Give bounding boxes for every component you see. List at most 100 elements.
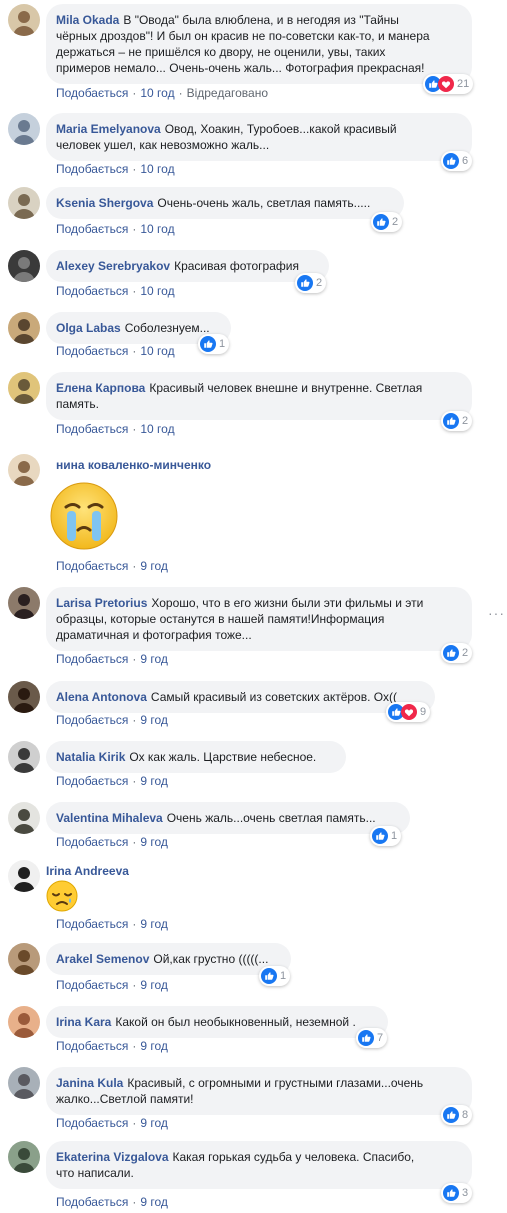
reaction-summary[interactable]: 3 [441,1183,473,1203]
like-reaction-icon [200,336,216,352]
commenter-name[interactable]: Ksenia Shergova [56,196,153,210]
comment-meta: Подобається · 9 год [56,834,168,850]
comment-bubble: Alena Antonova Самый красивый из советски… [46,681,435,713]
comment-timestamp[interactable]: 9 год [140,559,168,573]
avatar-mila-okada[interactable] [8,4,40,36]
avatar-natalia-kirik[interactable] [8,741,40,773]
avatar-maria-emelyanova[interactable] [8,113,40,145]
like-link[interactable]: Подобається [56,713,128,727]
commenter-name[interactable]: Larisa Pretorius [56,596,147,610]
comment-timestamp[interactable]: 9 год [140,978,168,992]
comment-timestamp[interactable]: 9 год [140,1116,168,1130]
avatar-irina-kara[interactable] [8,1006,40,1038]
reaction-summary[interactable]: 2 [295,273,327,293]
like-link[interactable]: Подобається [56,559,128,573]
more-options-button[interactable]: ··· [488,605,505,621]
comment-timestamp[interactable]: 9 год [140,774,168,788]
like-link[interactable]: Подобається [56,1039,128,1053]
commenter-name[interactable]: Mila Okada [56,13,119,27]
separator-dot: · [132,284,137,298]
comment-timestamp[interactable]: 10 год [140,344,174,358]
like-link[interactable]: Подобається [56,422,128,436]
commenter-name[interactable]: Alexey Serebryakov [56,259,170,273]
comment-timestamp[interactable]: 9 год [140,652,168,666]
comment-timestamp[interactable]: 10 год [140,162,174,176]
commenter-name[interactable]: Valentina Mihaleva [56,811,163,825]
reaction-summary[interactable]: 2 [441,643,473,663]
comment-bubble: Maria Emelyanova Овод, Хоакин, Туробоев..… [46,113,472,161]
like-link[interactable]: Подобається [56,222,128,236]
comment-bubble: Елена Карпова Красивый человек внешне и в… [46,372,472,420]
avatar-elena-karpova[interactable] [8,372,40,404]
like-reaction-icon [443,645,459,661]
like-link[interactable]: Подобається [56,835,128,849]
avatar-arakel-semenov[interactable] [8,943,40,975]
separator-dot: · [132,1039,137,1053]
commenter-name[interactable]: Irina Kara [56,1015,111,1029]
avatar-nina-kovalenko[interactable] [8,454,40,486]
reaction-summary[interactable]: 2 [441,411,473,431]
like-link[interactable]: Подобається [56,86,128,100]
avatar-larisa-pretorius[interactable] [8,587,40,619]
comment-timestamp[interactable]: 9 год [140,835,168,849]
reaction-summary[interactable]: 8 [441,1105,473,1125]
comment-timestamp[interactable]: 9 год [140,917,168,931]
commenter-name[interactable]: Natalia Kirik [56,750,125,764]
commenter-name[interactable]: нина коваленко-минченко [56,457,211,473]
avatar-valentina-mihaleva[interactable] [8,802,40,834]
comment-timestamp[interactable]: 10 год [140,86,174,100]
like-link[interactable]: Подобається [56,917,128,931]
reaction-summary[interactable]: 1 [370,826,402,846]
comment-text-line: Красивый, с огромными и грустными глазам… [127,1076,424,1090]
reaction-summary[interactable]: 1 [259,966,291,986]
comment-timestamp[interactable]: 9 год [140,1039,168,1053]
comment-meta: Подобається · 10 год [56,221,175,237]
avatar-irina-andreeva[interactable] [8,860,40,892]
reaction-summary[interactable]: 21 [423,74,474,94]
commenter-name[interactable]: Arakel Semenov [56,952,149,966]
commenter-name[interactable]: Ekaterina Vizgalova [56,1150,169,1164]
reaction-count: 3 [462,1187,469,1199]
reaction-summary[interactable]: 1 [198,334,230,354]
comment-text-line: что написали. [56,1166,134,1180]
edited-label[interactable]: Відредаговано [187,86,268,100]
commenter-name[interactable]: Olga Labas [56,321,121,335]
commenter-name[interactable]: Alena Antonova [56,690,147,704]
commenter-name[interactable]: Maria Emelyanova [56,122,161,136]
like-link[interactable]: Подобається [56,774,128,788]
commenter-name[interactable]: Елена Карпова [56,381,145,395]
avatar-alena-antonova[interactable] [8,681,40,713]
comment-timestamp[interactable]: 10 год [140,222,174,236]
avatar-janina-kula[interactable] [8,1067,40,1099]
like-link[interactable]: Подобається [56,284,128,298]
avatar-alexey-serebryakov[interactable] [8,250,40,282]
reaction-summary[interactable]: 2 [371,212,403,232]
like-link[interactable]: Подобається [56,652,128,666]
commenter-name[interactable]: Janina Kula [56,1076,123,1090]
like-link[interactable]: Подобається [56,1116,128,1130]
comment-timestamp[interactable]: 10 год [140,284,174,298]
avatar-ekaterina-vizgalova[interactable] [8,1141,40,1173]
comment-meta: Подобається · 9 год [56,977,168,993]
reaction-summary[interactable]: 9 [386,702,431,722]
comment-timestamp[interactable]: 9 год [140,713,168,727]
like-link[interactable]: Подобається [56,162,128,176]
comment-meta: Подобається · 9 год [56,1194,168,1210]
like-link[interactable]: Подобається [56,1195,128,1209]
separator-dot: · [132,162,137,176]
reaction-summary[interactable]: 6 [441,151,473,171]
reaction-summary[interactable]: 7 [356,1028,388,1048]
comment-timestamp[interactable]: 10 год [140,422,174,436]
avatar-ksenia-shergova[interactable] [8,187,40,219]
reaction-count: 1 [391,830,398,842]
comment-meta: Подобається · 10 год [56,421,175,437]
comment-text-line: Самый красивый из советских актёров. Ох(… [150,690,397,704]
comment-text-line: человек ушел, как невозможно жаль... [56,138,270,152]
reaction-count: 8 [462,1109,469,1121]
avatar-olga-labas[interactable] [8,312,40,344]
commenter-name[interactable]: Irina Andreeva [46,863,129,879]
comment-timestamp[interactable]: 9 год [140,1195,168,1209]
like-link[interactable]: Подобається [56,978,128,992]
comment-meta: Подобається · 9 год [56,773,168,789]
like-link[interactable]: Подобається [56,344,128,358]
